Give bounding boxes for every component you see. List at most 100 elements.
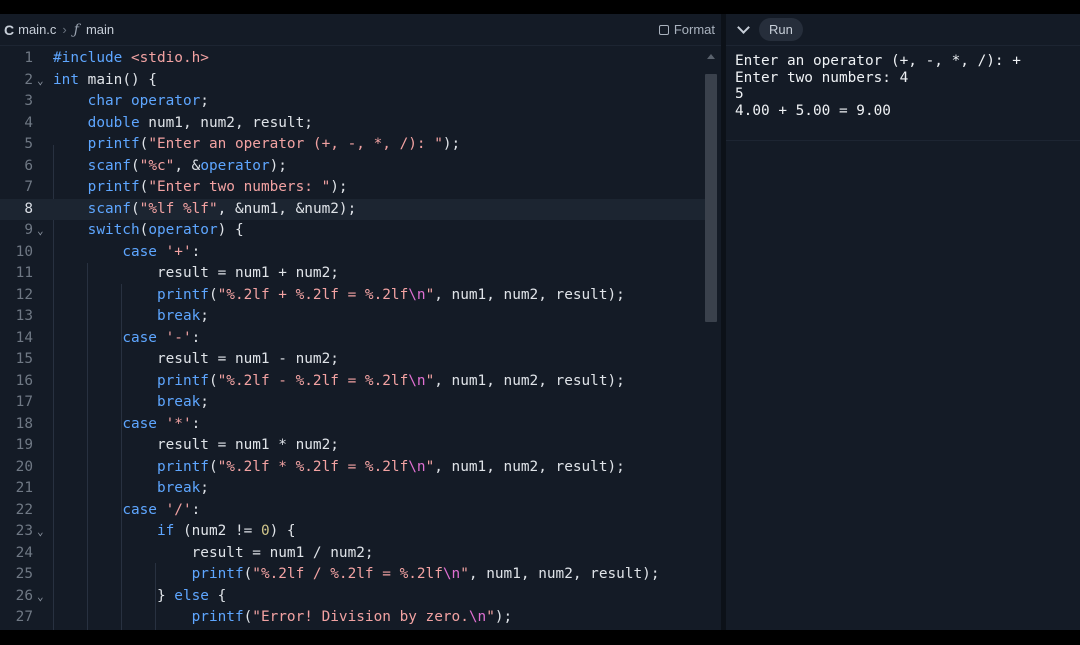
code-text: break;: [156, 480, 209, 496]
bottom-letterbox: [0, 630, 1080, 645]
line-number: 14: [15, 329, 33, 346]
code-line[interactable]: 12 printf("%.2lf + %.2lf = %.2lf\n", num…: [0, 285, 705, 307]
code-line[interactable]: 15 result = num1 - num2;: [0, 349, 705, 371]
line-number: 6: [24, 157, 33, 174]
code-text: result = num1 + num2;: [53, 265, 339, 281]
code-area[interactable]: 1 #include <stdio.h> 2 ⌄ int main() {3 char …: [0, 48, 705, 630]
line-number: 7: [24, 179, 33, 195]
code-line[interactable]: 1 #include <stdio.h>: [0, 48, 705, 70]
console-line: Enter two numbers: 4: [735, 69, 909, 86]
console-line: 4.00 + 5.00 = 9.00: [735, 102, 891, 119]
code-text: double num1, num2, result;: [87, 114, 313, 131]
code-line[interactable]: 13 break;: [0, 306, 705, 328]
line-number: 17: [15, 394, 33, 410]
c-language-icon: C: [4, 21, 15, 38]
line-number: 21: [15, 480, 33, 496]
editor-tab-bar: C main.c › ƒ main Format: [0, 14, 721, 46]
code-line[interactable]: 17 break;: [0, 392, 705, 414]
fold-chevron-icon[interactable]: ⌄: [37, 521, 44, 543]
fold-chevron-icon[interactable]: ⌄: [37, 586, 44, 608]
console-output: Enter an operator (+, -, *, /): + Enter t…: [735, 53, 1021, 119]
chevron-down-icon[interactable]: [737, 21, 750, 34]
code-text: result = num1 - num2;: [53, 351, 339, 367]
ide-window: C main.c › ƒ main Format 1 #include <stdi…: [0, 14, 1080, 630]
code-line[interactable]: 26 ⌄ } else {: [0, 586, 705, 608]
code-text: printf("%.2lf / %.2lf = %.2lf\n", num1, …: [191, 566, 660, 582]
code-line[interactable]: 21 break;: [0, 478, 705, 500]
output-divider: [726, 140, 1080, 141]
line-number: 19: [15, 437, 33, 453]
line-number: 22: [15, 501, 33, 518]
line-number: 2: [24, 71, 33, 88]
code-text: printf("Error! Division by zero.\n");: [191, 609, 513, 625]
function-icon: ƒ: [73, 21, 79, 38]
code-lines: 1 #include <stdio.h> 2 ⌄ int main() {3 char …: [0, 48, 705, 629]
fold-chevron-icon[interactable]: ⌄: [37, 70, 44, 92]
output-pane: Run Enter an operator (+, -, *, /): + Ent…: [726, 14, 1080, 630]
code-text: result = num1 / num2;: [53, 544, 374, 561]
code-line[interactable]: 27 printf("Error! Division by zero.\n");: [0, 607, 705, 629]
code-editor-pane: C main.c › ƒ main Format 1 #include <stdi…: [0, 14, 721, 630]
code-line[interactable]: 11 result = num1 + num2;: [0, 263, 705, 285]
code-line[interactable]: 18 case '*':: [0, 414, 705, 436]
code-line[interactable]: 16 printf("%.2lf - %.2lf = %.2lf\n", num…: [0, 371, 705, 393]
code-text: case '*':: [122, 415, 201, 432]
vertical-scrollbar-thumb[interactable]: [705, 74, 717, 322]
line-number: 13: [15, 308, 33, 324]
code-text: case '+':: [122, 243, 201, 260]
line-number: 15: [15, 351, 33, 367]
code-line[interactable]: 2 ⌄ int main() {: [0, 70, 705, 92]
run-button[interactable]: Run: [759, 18, 803, 41]
code-line[interactable]: 23 ⌄ if (num2 != 0) {: [0, 521, 705, 543]
code-text: break;: [156, 394, 209, 410]
line-number: 23: [15, 523, 33, 539]
line-number: 24: [15, 544, 33, 561]
code-text: printf("%.2lf * %.2lf = %.2lf\n", num1, …: [156, 458, 625, 475]
code-text: case '-':: [122, 329, 201, 346]
code-line[interactable]: 19 result = num1 * num2;: [0, 435, 705, 457]
code-text: printf("%.2lf + %.2lf = %.2lf\n", num1, …: [156, 286, 625, 303]
code-text: char operator;: [87, 93, 209, 109]
breadcrumb-function[interactable]: main: [86, 22, 114, 37]
code-line[interactable]: 8 scanf("%lf %lf", &num1, &num2);: [0, 198, 705, 220]
breadcrumb-file[interactable]: main.c: [18, 22, 56, 37]
code-line[interactable]: 5 printf("Enter an operator (+, -, *, /)…: [0, 134, 705, 156]
line-number: 11: [15, 265, 33, 281]
code-line[interactable]: 7 printf("Enter two numbers: ");: [0, 177, 705, 199]
line-number: 18: [15, 415, 33, 432]
code-line[interactable]: 10 case '+':: [0, 242, 705, 264]
code-text: switch(operator) {: [87, 222, 244, 238]
code-text: printf("%.2lf - %.2lf = %.2lf\n", num1, …: [156, 372, 625, 389]
code-line[interactable]: 25 printf("%.2lf / %.2lf = %.2lf\n", num…: [0, 564, 705, 586]
code-line[interactable]: 3 char operator;: [0, 91, 705, 113]
code-text: #include <stdio.h>: [53, 50, 209, 66]
scroll-up-arrow-icon[interactable]: [707, 54, 715, 59]
code-line[interactable]: 6 scanf("%c", &operator);: [0, 156, 705, 178]
format-button[interactable]: Format: [658, 14, 715, 45]
code-text: scanf("%c", &operator);: [87, 157, 287, 174]
code-text: result = num1 * num2;: [53, 437, 339, 453]
code-text: break;: [156, 308, 209, 324]
line-number: 25: [15, 566, 33, 582]
format-button-label: Format: [673, 22, 715, 37]
format-icon: [658, 24, 669, 35]
line-number: 20: [15, 458, 33, 475]
line-number: 26: [15, 587, 33, 604]
line-number: 12: [15, 286, 33, 303]
code-text: case '/':: [122, 501, 201, 518]
code-line[interactable]: 20 printf("%.2lf * %.2lf = %.2lf\n", num…: [0, 457, 705, 479]
code-line[interactable]: 14 case '-':: [0, 328, 705, 350]
code-line[interactable]: 9 ⌄ switch(operator) {: [0, 220, 705, 242]
line-number: 27: [15, 609, 33, 625]
code-text: if (num2 != 0) {: [156, 523, 296, 539]
code-line[interactable]: 22 case '/':: [0, 500, 705, 522]
code-text: printf("Enter two numbers: ");: [87, 179, 348, 195]
code-text: int main() {: [53, 71, 157, 88]
code-line[interactable]: 24 result = num1 / num2;: [0, 543, 705, 565]
code-line[interactable]: 4 double num1, num2, result;: [0, 113, 705, 135]
line-number: 8: [24, 200, 33, 217]
fold-chevron-icon[interactable]: ⌄: [37, 220, 44, 242]
code-text: scanf("%lf %lf", &num1, &num2);: [87, 200, 357, 217]
code-text: printf("Enter an operator (+, -, *, /): …: [87, 136, 461, 152]
console-line: 5: [735, 86, 744, 102]
